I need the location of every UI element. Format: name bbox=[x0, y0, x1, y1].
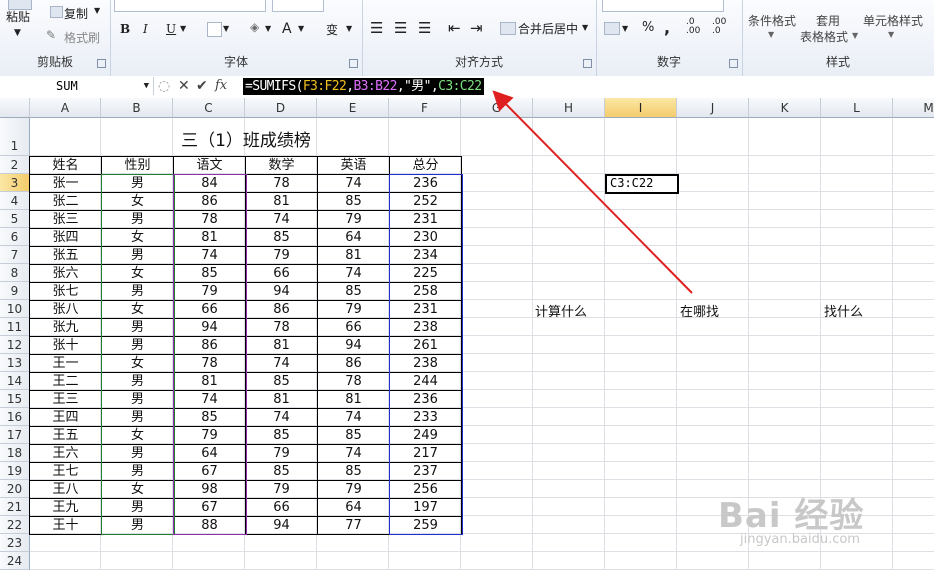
watermark-logo: Bai 经验 bbox=[718, 496, 865, 536]
watermark-url: jingyan.baidu.com bbox=[740, 532, 860, 547]
annotation-arrow bbox=[492, 90, 693, 294]
